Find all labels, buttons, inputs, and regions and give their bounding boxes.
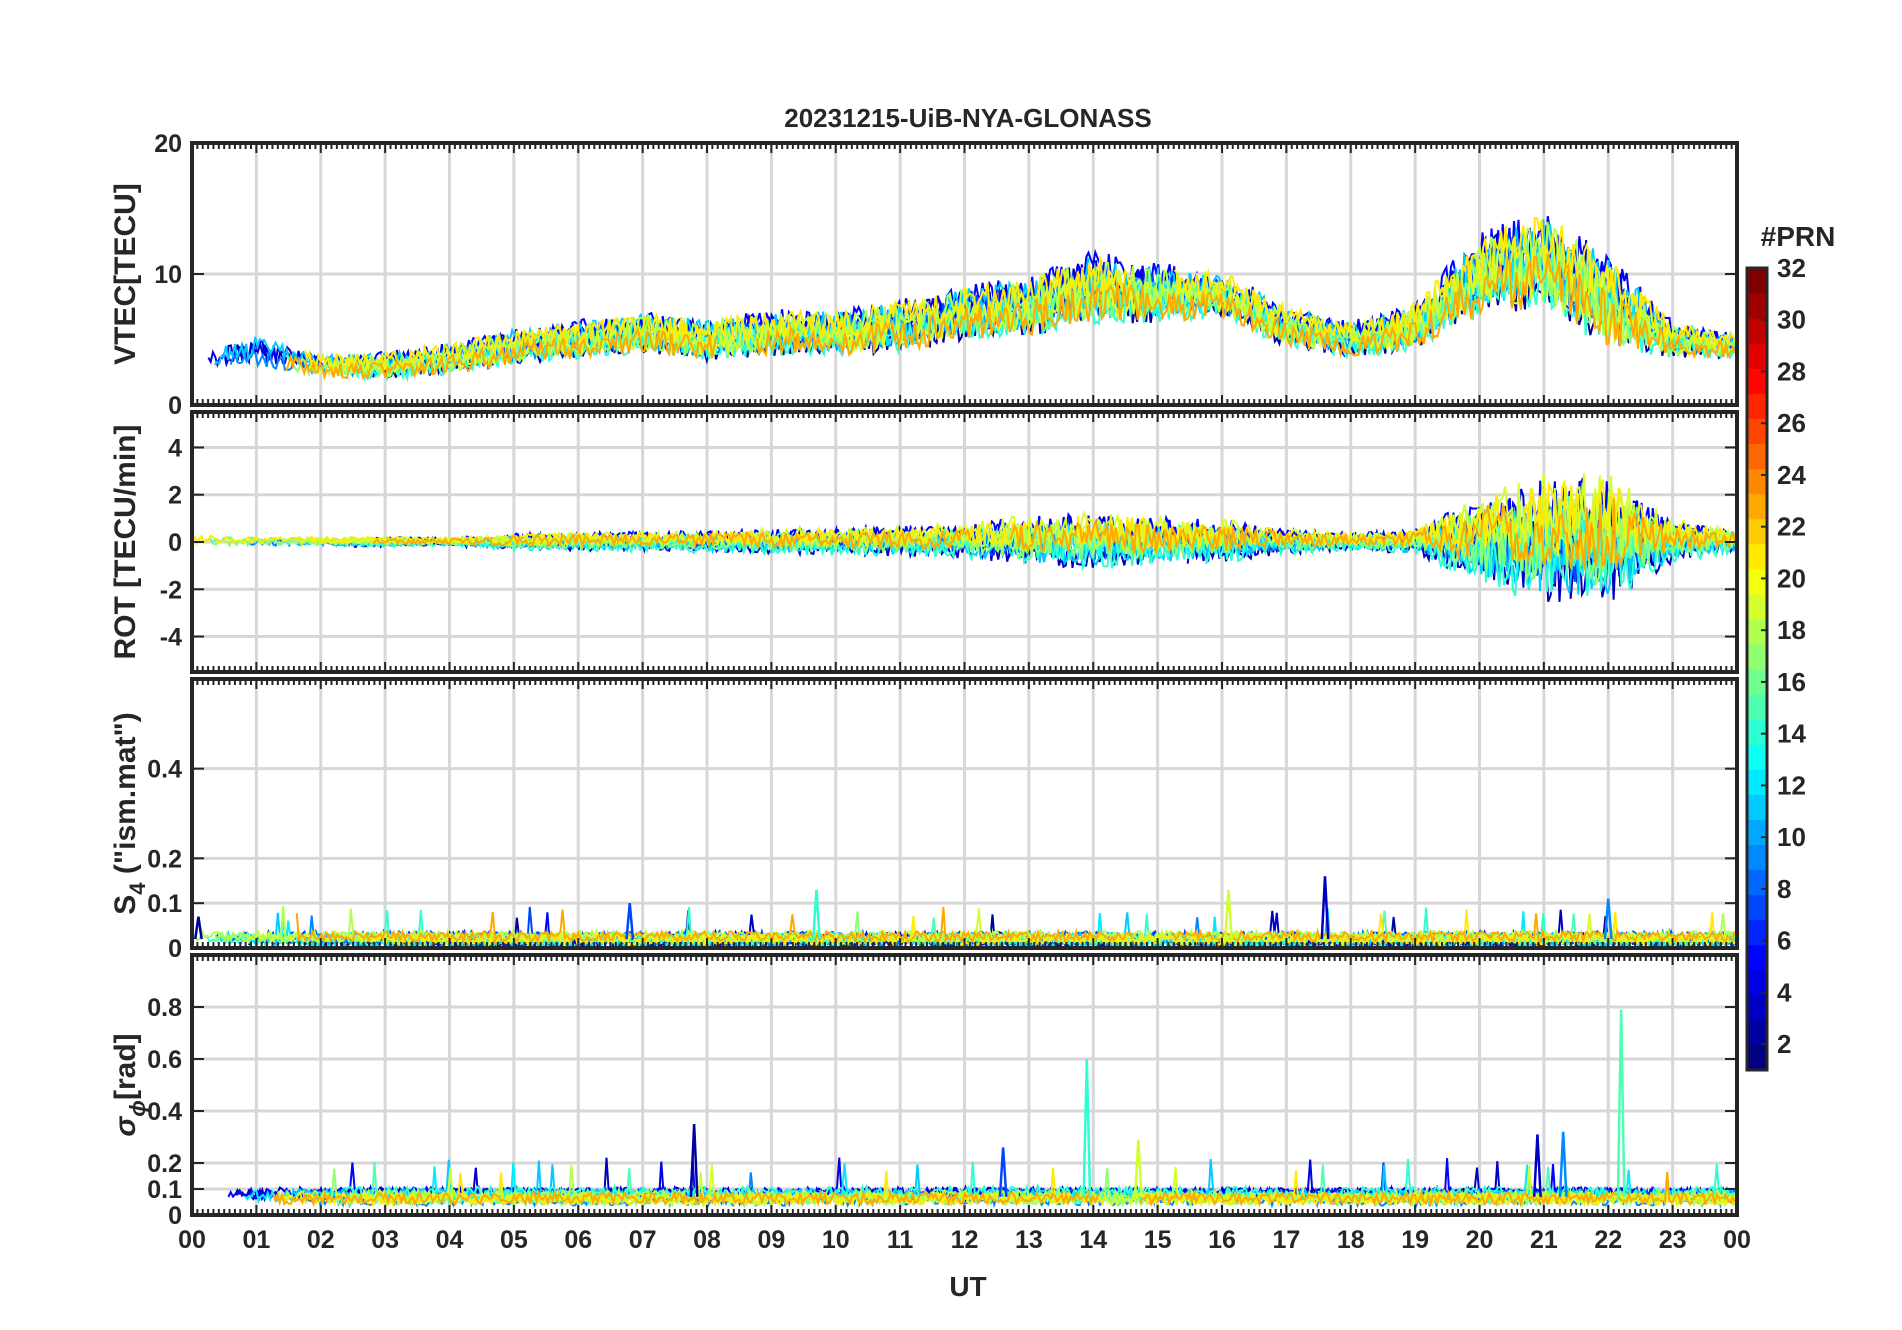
x-tick-label: 14 xyxy=(1079,1226,1107,1254)
y-tick-label: -4 xyxy=(160,624,182,652)
colorbar-segment xyxy=(1747,268,1767,294)
colorbar-segment xyxy=(1747,443,1767,470)
chart-title: 20231215-UiB-NYA-GLONASS xyxy=(784,103,1152,133)
x-tick-label: 22 xyxy=(1594,1226,1622,1254)
x-tick-label: 15 xyxy=(1144,1226,1172,1254)
y-tick-label: 0.4 xyxy=(147,1098,182,1126)
x-tick-label: 16 xyxy=(1208,1226,1236,1254)
colorbar-tick-label: 10 xyxy=(1777,822,1806,852)
y-tick-label: 4 xyxy=(168,434,182,462)
colorbar-tick-label: 32 xyxy=(1777,253,1806,283)
colorbar-segment xyxy=(1747,318,1767,344)
y-tick-label: 0.4 xyxy=(147,756,182,784)
colorbar-segment xyxy=(1747,894,1767,921)
x-tick-label: 19 xyxy=(1401,1226,1429,1254)
x-tick-label: 00 xyxy=(1723,1226,1751,1254)
colorbar-tick-label: 8 xyxy=(1777,874,1791,904)
x-tick-label: 02 xyxy=(307,1226,335,1254)
colorbar-segment xyxy=(1747,869,1767,896)
colorbar-segment xyxy=(1747,694,1767,720)
colorbar-segment xyxy=(1747,343,1767,369)
x-axis-label: UT xyxy=(949,1271,986,1302)
colorbar-tick-label: 4 xyxy=(1777,977,1792,1007)
colorbar-segment xyxy=(1747,518,1767,545)
colorbar-tick-label: 28 xyxy=(1777,356,1806,386)
colorbar-tick-label: 30 xyxy=(1777,305,1806,335)
x-tick-label: 11 xyxy=(887,1226,914,1254)
y-tick-label: 0 xyxy=(168,529,182,557)
x-tick-label: 09 xyxy=(757,1226,785,1254)
colorbar-tick-label: 2 xyxy=(1777,1029,1791,1059)
y-tick-label: 10 xyxy=(154,261,182,289)
y-tick-label: 2 xyxy=(168,482,182,510)
colorbar-segment xyxy=(1747,844,1767,871)
colorbar-segment xyxy=(1747,643,1767,670)
colorbar-tick-label: 12 xyxy=(1777,770,1806,800)
colorbar-segment xyxy=(1747,493,1767,520)
x-tick-label: 21 xyxy=(1530,1226,1558,1254)
colorbar-segment xyxy=(1747,468,1767,495)
colorbar-segment xyxy=(1747,1044,1767,1071)
y-tick-label: 0.8 xyxy=(147,994,182,1022)
colorbar-segment xyxy=(1747,719,1767,745)
colorbar-segment xyxy=(1747,1019,1767,1046)
colorbar-tick-label: 14 xyxy=(1777,719,1806,749)
colorbar-segment xyxy=(1747,618,1767,645)
y-tick-label: 0.2 xyxy=(147,1150,182,1178)
colorbar-tick-label: 16 xyxy=(1777,667,1806,697)
y-tick-label: 0.1 xyxy=(147,1176,182,1204)
colorbar-tick-label: 26 xyxy=(1777,408,1806,438)
colorbar-segment xyxy=(1747,293,1767,319)
y-tick-label: 0 xyxy=(168,935,182,963)
colorbar-segment xyxy=(1747,418,1767,445)
y-tick-label: 20 xyxy=(154,130,182,158)
colorbar-tick-label: 24 xyxy=(1777,460,1806,490)
colorbar-segment xyxy=(1747,794,1767,820)
x-tick-label: 10 xyxy=(822,1226,850,1254)
y-tick-label: 0.6 xyxy=(147,1046,182,1074)
x-tick-label: 03 xyxy=(371,1226,399,1254)
y-axis-label: ROT [TECU/min] xyxy=(109,425,142,660)
y-tick-label: 0.1 xyxy=(147,890,182,918)
colorbar-tick-label: 20 xyxy=(1777,563,1806,593)
colorbar-segment xyxy=(1747,819,1767,846)
x-tick-label: 17 xyxy=(1272,1226,1300,1254)
colorbar-label: #PRN xyxy=(1761,221,1836,252)
colorbar-segment xyxy=(1747,393,1767,419)
colorbar-segment xyxy=(1747,543,1767,570)
x-tick-label: 05 xyxy=(500,1226,528,1254)
x-tick-label: 13 xyxy=(1015,1226,1043,1254)
colorbar-segment xyxy=(1747,769,1767,795)
x-tick-label: 12 xyxy=(951,1226,979,1254)
x-tick-label: 00 xyxy=(178,1226,206,1254)
y-tick-label: 0.2 xyxy=(147,845,182,873)
x-tick-label: 01 xyxy=(242,1226,270,1254)
x-tick-label: 23 xyxy=(1659,1226,1687,1254)
colorbar-segment xyxy=(1747,568,1767,595)
colorbar-segment xyxy=(1747,593,1767,620)
colorbar-segment xyxy=(1747,744,1767,770)
x-tick-label: 20 xyxy=(1466,1226,1494,1254)
y-axis-label: VTEC[TECU] xyxy=(109,183,142,365)
colorbar-segment xyxy=(1747,994,1767,1021)
y-tick-label: 0 xyxy=(168,392,182,420)
colorbar-tick-label: 22 xyxy=(1777,512,1806,542)
x-tick-label: 07 xyxy=(629,1226,657,1254)
chart-figure: 20231215-UiB-NYA-GLONASS UT 01020VTEC[TE… xyxy=(0,0,1902,1330)
colorbar-segment xyxy=(1747,944,1767,971)
x-tick-label: 04 xyxy=(436,1226,464,1254)
x-tick-label: 08 xyxy=(693,1226,721,1254)
x-tick-label: 06 xyxy=(564,1226,592,1254)
y-tick-label: -2 xyxy=(160,576,182,604)
colorbar-tick-label: 18 xyxy=(1777,615,1806,645)
x-tick-label: 18 xyxy=(1337,1226,1365,1254)
colorbar-tick-label: 6 xyxy=(1777,926,1791,956)
